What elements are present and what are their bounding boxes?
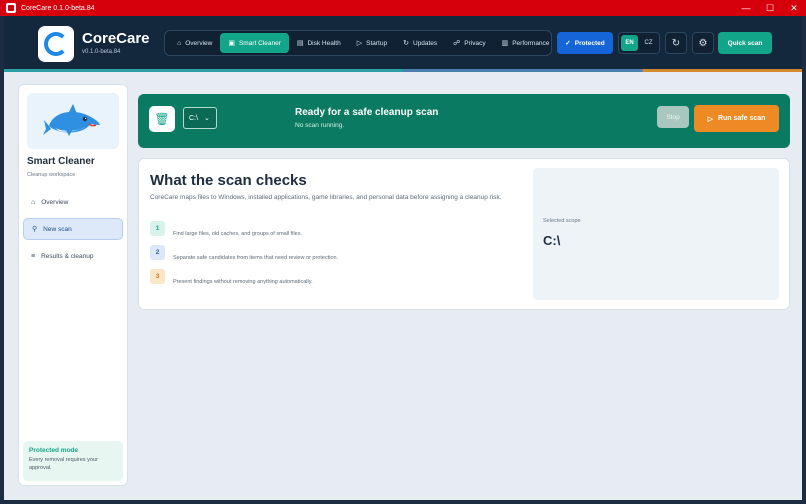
scan-checks-card: What the scan checks CoreCare maps files… [138,158,790,310]
tab-startup[interactable]: ▷ Startup [349,33,395,53]
dolphin-icon [43,104,100,136]
app-body: Smart Cleaner Cleanup workspace ⌂ Overvi… [4,72,802,500]
brand-name: CoreCare [82,30,150,47]
lock-icon: ☍ [453,40,461,47]
refresh-icon: ↻ [671,37,681,49]
window-controls: — ☐ ✕ [734,0,806,16]
broom-icon: ▣ [228,40,235,47]
home-icon: ⌂ [31,198,36,206]
sidebar-item-overview[interactable]: ⌂ Overview [23,191,123,213]
step-number: 2 [150,245,165,260]
tab-label: Overview [185,39,213,47]
tab-overview[interactable]: ⌂ Overview [169,33,220,53]
selected-scope-panel: Selected scope C:\ [533,168,779,300]
stop-button[interactable]: Stop [657,106,689,128]
scope-value: C:\ [543,233,561,248]
tab-smart-cleaner[interactable]: ▣ Smart Cleaner [220,33,289,53]
step-text: Separate safe candidates from items that… [173,255,339,261]
sidebar: Smart Cleaner Cleanup workspace ⌂ Overvi… [18,84,128,486]
scan-title: Ready for a safe cleanup scan [295,107,439,118]
trash-icon: 🗑 [154,112,170,126]
scan-status: No scan running. [295,122,345,129]
step-number: 3 [150,269,165,284]
minimize-button[interactable]: — [734,0,758,16]
lang-cz-button[interactable]: CZ [640,35,657,51]
check-step: 2 Separate safe candidates from items th… [150,245,338,261]
tab-label: Smart Cleaner [238,39,281,47]
run-safe-scan-button[interactable]: ▷ Run safe scan [694,105,779,132]
window-title: CoreCare 0.1.0-beta.84 [21,4,95,12]
gear-icon: ⚙ [698,37,708,49]
tab-performance[interactable]: ▥ Performance [494,33,558,53]
sidebar-item-label: New scan [43,225,72,233]
drive-value: C:\ [189,114,198,122]
sidebar-title: Smart Cleaner [27,156,95,167]
app-icon [6,3,16,13]
clean-button[interactable]: 🗑 [149,106,175,132]
protected-button[interactable]: ✓ Protected [557,32,613,54]
sidebar-item-results[interactable]: ≡ Results & cleanup [23,245,123,267]
check-step: 1 Find large files, old caches, and grou… [150,221,302,237]
check-step: 3 Present findings without removing anyt… [150,269,313,285]
disk-icon: ▤ [296,40,304,47]
search-icon: ⚲ [32,226,38,233]
drive-select[interactable]: C:\ ⌄ [183,107,217,129]
protected-label: Protected [574,39,605,47]
step-number: 1 [150,221,165,236]
sidebar-item-new-scan[interactable]: ⚲ New scan [23,218,123,240]
tab-privacy[interactable]: ☍ Privacy [445,33,493,53]
protected-mode-card: Protected mode Every removal requires yo… [23,441,123,481]
tab-updates[interactable]: ↻ Updates [395,33,445,53]
checks-intro: CoreCare maps files to Windows, installe… [150,194,502,201]
home-icon: ⌂ [177,39,182,47]
tab-label: Disk Health [307,39,341,47]
window-titlebar: CoreCare 0.1.0-beta.84 — ☐ ✕ [0,0,806,16]
tab-label: Privacy [464,39,486,47]
checks-title: What the scan checks [150,172,307,189]
chevron-down-icon: ⌄ [203,115,210,122]
gauge-icon: ▥ [501,40,509,47]
step-text: Present findings without removing anythi… [173,279,313,285]
tab-label: Updates [412,39,438,47]
tab-label: Startup [366,39,388,47]
close-button[interactable]: ✕ [782,0,806,16]
play-icon: ▷ [356,40,363,47]
tab-disk-health[interactable]: ▤ Disk Health [289,33,349,53]
dolphin-mascot [27,93,119,149]
step-text: Find large files, old caches, and groups… [173,231,303,237]
quick-scan-button[interactable]: Quick scan [718,32,772,54]
sidebar-subtitle: Cleanup workspace [27,172,76,178]
protected-mode-title: Protected mode [29,447,79,454]
refresh-icon: ↻ [403,40,409,47]
scope-label: Selected scope [543,218,581,224]
app-header: CoreCare v0.1.0-beta.84 ⌂ Overview ▣ Sma… [4,16,802,72]
list-icon: ≡ [31,252,36,260]
protected-mode-text: Every removal requires your approval. [29,457,98,471]
check-icon: ✓ [565,40,571,47]
sidebar-item-label: Results & cleanup [41,252,94,260]
main-nav: ⌂ Overview ▣ Smart Cleaner ▤ Disk Health… [164,30,552,56]
settings-button[interactable]: ⚙ [692,32,714,54]
maximize-button[interactable]: ☐ [758,0,782,16]
run-label: Run safe scan [717,115,766,122]
language-switch: EN CZ [618,32,660,54]
refresh-button[interactable]: ↻ [665,32,687,54]
brand-logo [38,26,74,62]
tab-label: Performance [512,39,550,47]
sidebar-item-label: Overview [41,198,69,206]
lang-en-button[interactable]: EN [621,35,638,51]
play-icon: ▷ [707,115,713,123]
refresh-logo-icon [44,32,68,56]
scan-control-bar: 🗑 C:\ ⌄ Ready for a safe cleanup scan No… [138,94,790,148]
brand-version: v0.1.0-beta.84 [82,49,121,55]
